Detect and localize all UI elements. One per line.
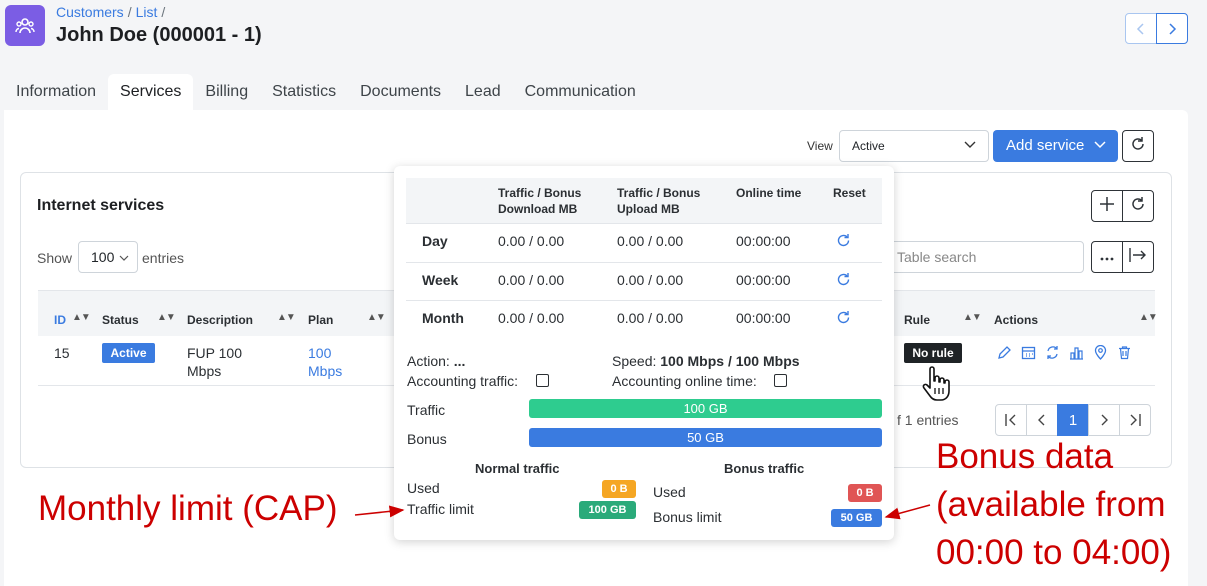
annotation-monthly-limit: Monthly limit (CAP) bbox=[38, 489, 338, 528]
bonus-arrow bbox=[884, 504, 931, 520]
monthly-arrow bbox=[354, 505, 405, 518]
annotation-bonus-line3: 00:00 to 04:00) bbox=[936, 533, 1172, 572]
annotation-bonus-line2: (available from bbox=[936, 485, 1166, 524]
annotation-bonus-line1: Bonus data bbox=[936, 437, 1114, 476]
